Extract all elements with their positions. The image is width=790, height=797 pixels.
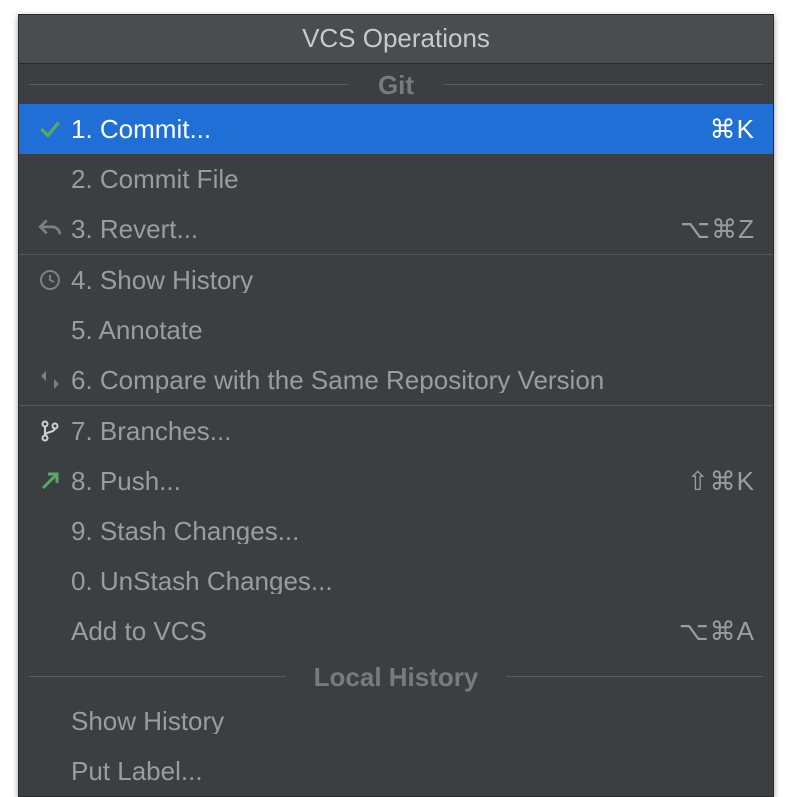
menu-item-label: 8. Push... <box>71 468 675 494</box>
menu-item-shortcut: ⌥⌘Z <box>668 216 755 242</box>
menu-item-commit[interactable]: 1. Commit... ⌘K <box>19 104 773 154</box>
menu-item-local-show-history[interactable]: Show History <box>19 696 773 746</box>
menu-item-label: Add to VCS <box>71 618 667 644</box>
menu-item-show-history[interactable]: 4. Show History <box>19 255 773 305</box>
menu-item-unstash[interactable]: 0. UnStash Changes... <box>19 556 773 606</box>
menu-item-add-to-vcs[interactable]: Add to VCS ⌥⌘A <box>19 606 773 656</box>
menu-item-label: 3. Revert... <box>71 216 668 242</box>
menu-item-label: 0. UnStash Changes... <box>71 568 743 594</box>
menu-item-annotate[interactable]: 5. Annotate <box>19 305 773 355</box>
diff-icon <box>29 368 71 392</box>
menu-item-shortcut: ⌥⌘A <box>667 618 755 644</box>
vcs-operations-popup: VCS Operations Git 1. Commit... ⌘K 2. Co… <box>18 14 774 797</box>
menu-item-label: 5. Annotate <box>71 317 743 343</box>
menu-item-put-label[interactable]: Put Label... <box>19 746 773 796</box>
branch-icon <box>29 419 71 443</box>
menu-item-label: 4. Show History <box>71 267 743 293</box>
menu-item-push[interactable]: 8. Push... ⇧⌘K <box>19 456 773 506</box>
menu-item-label: Put Label... <box>71 758 743 784</box>
section-header-local-history: Local History <box>19 656 773 696</box>
popup-title: VCS Operations <box>19 15 773 64</box>
menu-item-label: Show History <box>71 708 743 734</box>
menu-item-label: 6. Compare with the Same Repository Vers… <box>71 367 743 393</box>
menu-item-shortcut: ⇧⌘K <box>675 468 755 494</box>
section-header-local-history-label: Local History <box>314 662 479 692</box>
menu-item-commit-file[interactable]: 2. Commit File <box>19 154 773 204</box>
push-arrow-icon <box>29 469 71 493</box>
clock-icon <box>29 268 71 292</box>
section-header-git: Git <box>19 64 773 104</box>
section-header-git-label: Git <box>378 70 414 100</box>
menu-item-branches[interactable]: 7. Branches... <box>19 406 773 456</box>
menu-item-label: 7. Branches... <box>71 418 743 444</box>
menu-item-label: 2. Commit File <box>71 166 743 192</box>
menu-item-label: 9. Stash Changes... <box>71 518 743 544</box>
menu-item-shortcut: ⌘K <box>698 116 755 142</box>
menu-item-stash[interactable]: 9. Stash Changes... <box>19 506 773 556</box>
undo-icon <box>29 216 71 242</box>
menu-item-revert[interactable]: 3. Revert... ⌥⌘Z <box>19 204 773 254</box>
menu-item-label: 1. Commit... <box>71 116 698 142</box>
checkmark-icon <box>29 116 71 142</box>
menu-item-compare[interactable]: 6. Compare with the Same Repository Vers… <box>19 355 773 405</box>
